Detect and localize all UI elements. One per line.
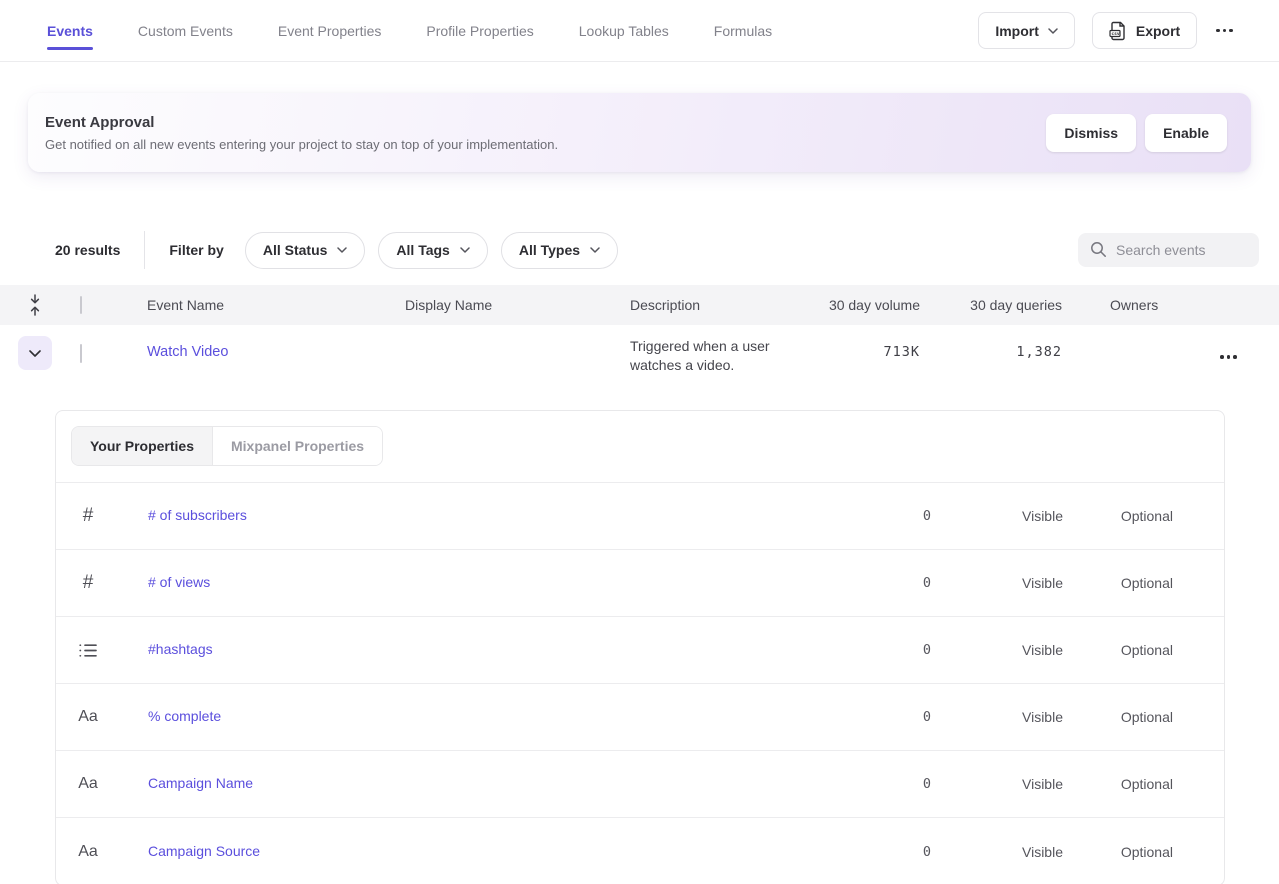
property-link[interactable]: #hashtags: [148, 641, 213, 657]
property-row: Aa Campaign Name 0 Visible Optional: [56, 751, 1224, 818]
column-description[interactable]: Description: [619, 297, 811, 313]
property-requirement: Optional: [1063, 844, 1173, 860]
property-queries: 0: [738, 642, 931, 658]
property-row: # # of views 0 Visible Optional: [56, 550, 1224, 617]
queries-cell: 1,382: [920, 325, 1062, 360]
property-row: #hashtags 0 Visible Optional: [56, 617, 1224, 684]
property-row: Aa Campaign Source 0 Visible Optional: [56, 818, 1224, 884]
event-row-watch-video: Watch Video Triggered when a user watche…: [0, 325, 1279, 401]
events-table-header: Event Name Display Name Description 30 d…: [0, 285, 1279, 325]
search-container: [1078, 233, 1259, 267]
description-cell: Triggered when a user watches a video.: [619, 325, 809, 375]
status-filter-dropdown[interactable]: All Status: [245, 232, 366, 269]
property-visibility: Visible: [931, 776, 1063, 792]
dismiss-button[interactable]: Dismiss: [1046, 114, 1136, 152]
tab-custom-events[interactable]: Custom Events: [138, 0, 233, 61]
tab-events[interactable]: Events: [47, 0, 93, 61]
property-requirement: Optional: [1063, 709, 1173, 725]
chevron-down-icon: [1048, 28, 1058, 34]
collapse-all-icon[interactable]: [28, 294, 42, 316]
list-icon: [79, 643, 97, 658]
property-queries: 0: [738, 709, 931, 725]
number-icon: #: [83, 505, 94, 527]
row-more-actions-icon[interactable]: [1218, 349, 1239, 365]
active-tab-underline: [47, 47, 93, 51]
property-visibility: Visible: [931, 508, 1063, 524]
property-visibility: Visible: [931, 709, 1063, 725]
chevron-down-icon: [337, 247, 347, 253]
tags-filter-dropdown[interactable]: All Tags: [378, 232, 487, 269]
property-row: # # of subscribers 0 Visible Optional: [56, 483, 1224, 550]
row-checkbox[interactable]: [80, 344, 82, 363]
column-event-name[interactable]: Event Name: [136, 297, 394, 313]
property-visibility: Visible: [931, 642, 1063, 658]
tab-formulas[interactable]: Formulas: [714, 0, 772, 61]
more-actions-icon[interactable]: [1214, 23, 1235, 39]
text-type-icon: Aa: [78, 775, 98, 793]
search-icon: [1090, 241, 1107, 258]
property-requirement: Optional: [1063, 508, 1173, 524]
column-volume[interactable]: 30 day volume: [811, 297, 920, 313]
svg-text:csv: csv: [1111, 32, 1120, 37]
divider: [144, 231, 145, 269]
column-queries[interactable]: 30 day queries: [920, 297, 1062, 313]
text-type-icon: Aa: [78, 843, 98, 861]
property-queries: 0: [738, 575, 931, 591]
filter-by-label: Filter by: [169, 242, 223, 258]
import-button[interactable]: Import: [978, 12, 1075, 49]
nav-actions: Import csv Export: [978, 12, 1235, 49]
tab-event-properties[interactable]: Event Properties: [278, 0, 382, 61]
top-navigation: Events Custom Events Event Properties Pr…: [0, 0, 1279, 62]
property-link[interactable]: # of views: [148, 574, 210, 590]
banner-text: Event Approval Get notified on all new e…: [45, 114, 1046, 152]
enable-button[interactable]: Enable: [1145, 114, 1227, 152]
banner-title: Event Approval: [45, 114, 1046, 131]
chevron-down-icon: [590, 247, 600, 253]
property-link[interactable]: % complete: [148, 708, 221, 724]
export-label: Export: [1136, 23, 1180, 39]
tab-lookup-tables[interactable]: Lookup Tables: [579, 0, 669, 61]
lexicon-tabs: Events Custom Events Event Properties Pr…: [47, 0, 978, 61]
csv-file-icon: csv: [1109, 21, 1127, 41]
property-row: Aa % complete 0 Visible Optional: [56, 684, 1224, 751]
property-link[interactable]: # of subscribers: [148, 507, 247, 523]
volume-cell: 713K: [811, 325, 920, 360]
collapse-row-button[interactable]: [18, 336, 52, 370]
banner-subtitle: Get notified on all new events entering …: [45, 137, 1046, 152]
property-queries: 0: [738, 508, 931, 524]
text-type-icon: Aa: [78, 708, 98, 726]
property-requirement: Optional: [1063, 776, 1173, 792]
property-queries: 0: [738, 776, 931, 792]
number-icon: #: [83, 572, 94, 594]
event-properties-panel: Your Properties Mixpanel Properties # # …: [55, 410, 1225, 884]
property-link[interactable]: Campaign Name: [148, 775, 253, 791]
chevron-down-icon: [29, 350, 41, 357]
property-queries: 0: [738, 844, 931, 860]
property-link[interactable]: Campaign Source: [148, 843, 260, 859]
event-name-link[interactable]: Watch Video: [136, 325, 394, 360]
tab-your-properties[interactable]: Your Properties: [72, 427, 213, 465]
import-label: Import: [995, 23, 1039, 39]
column-owners[interactable]: Owners: [1062, 297, 1196, 313]
property-visibility: Visible: [931, 575, 1063, 591]
property-requirement: Optional: [1063, 575, 1173, 591]
property-requirement: Optional: [1063, 642, 1173, 658]
tab-profile-properties[interactable]: Profile Properties: [426, 0, 533, 61]
tab-events-label: Events: [47, 23, 93, 39]
select-all-checkbox[interactable]: [80, 296, 82, 314]
tab-mixpanel-properties[interactable]: Mixpanel Properties: [213, 427, 382, 465]
properties-tab-group: Your Properties Mixpanel Properties: [71, 426, 383, 466]
chevron-down-icon: [460, 247, 470, 253]
filter-bar: 20 results Filter by All Status All Tags…: [0, 232, 1279, 268]
property-visibility: Visible: [931, 844, 1063, 860]
results-count: 20 results: [55, 242, 120, 258]
column-display-name[interactable]: Display Name: [394, 297, 619, 313]
event-approval-banner: Event Approval Get notified on all new e…: [28, 93, 1251, 172]
types-filter-dropdown[interactable]: All Types: [501, 232, 618, 269]
export-button[interactable]: csv Export: [1092, 12, 1197, 49]
banner-actions: Dismiss Enable: [1046, 114, 1227, 152]
